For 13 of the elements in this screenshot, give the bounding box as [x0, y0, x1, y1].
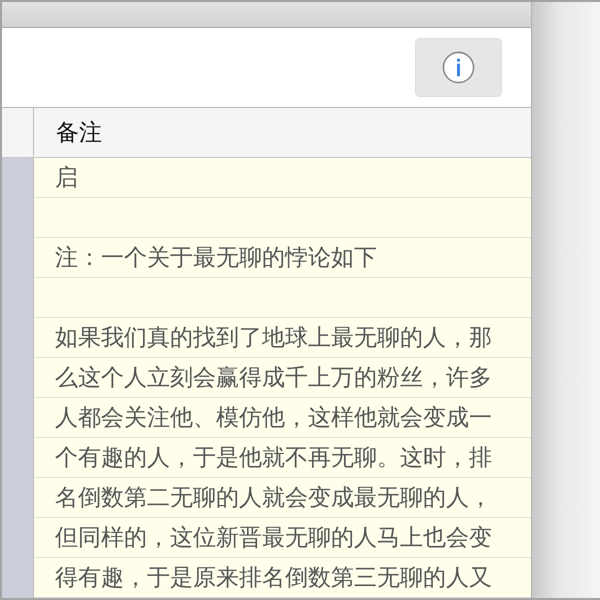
note-text: 得有趣，于是原来排名倒数第三无聊的人又 — [55, 564, 492, 593]
info-button[interactable] — [415, 38, 502, 97]
row-header[interactable] — [2, 158, 34, 198]
note-text: 么这个人立刻会赢得成千上万的粉丝，许多 — [55, 364, 492, 393]
note-text: 名倒数第二无聊的人就会变成最无聊的人， — [55, 484, 492, 513]
note-text: 如果我们真的找到了地球上最无聊的人，那 — [55, 324, 492, 353]
note-text: 但同样的，这位新晋最无聊的人马上也会变 — [55, 524, 492, 553]
note-text: 注：一个关于最无聊的悖论如下 — [55, 244, 377, 273]
note-text: 人都会关注他、模仿他，这样他就会变成一 — [55, 404, 492, 433]
note-text: 个有趣的人，于是他就不再无聊。这时，排 — [55, 444, 492, 473]
info-icon — [442, 51, 475, 84]
note-text: 启 — [55, 164, 78, 193]
row-header[interactable] — [2, 558, 34, 598]
